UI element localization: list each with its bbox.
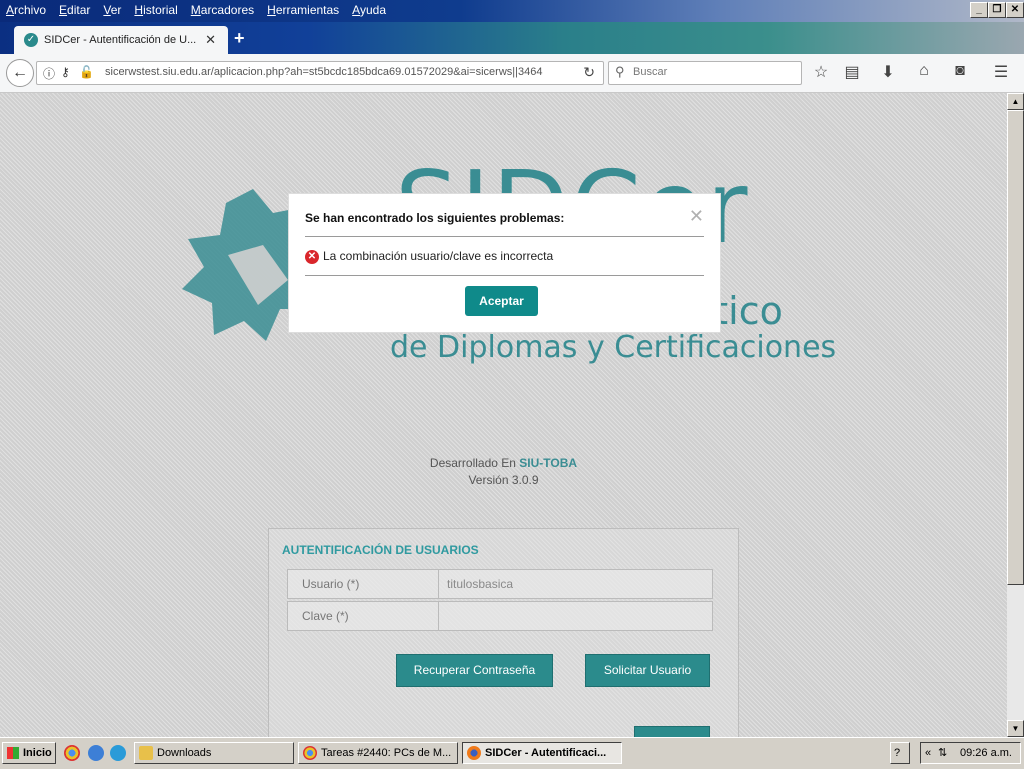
nav-bar: ← ⓘ ⚷ 🔓 sicerwstest.siu.edu.ar/aplicacio… bbox=[0, 54, 1024, 93]
submit-button[interactable] bbox=[634, 726, 710, 737]
taskbar-item-sidcer[interactable]: SIDCer - Autentificaci... bbox=[462, 742, 622, 764]
start-label: Inicio bbox=[23, 747, 52, 759]
scroll-up-icon[interactable]: ▲ bbox=[1007, 93, 1024, 110]
menu-editar[interactable]: Editar bbox=[59, 3, 90, 17]
home-icon[interactable]: ⌂ bbox=[913, 62, 935, 80]
tab-sidcer[interactable]: ✓ SIDCer - Autentificación de U... ✕ bbox=[14, 26, 228, 54]
search-placeholder: Buscar bbox=[633, 66, 668, 78]
search-input[interactable]: ⚲ Buscar bbox=[608, 61, 802, 85]
key-icon[interactable]: ⚷ bbox=[61, 65, 70, 79]
close-tab-icon[interactable]: ✕ bbox=[205, 32, 216, 48]
download-icon[interactable]: ⬇ bbox=[877, 62, 899, 82]
request-user-button[interactable]: Solicitar Usuario bbox=[585, 654, 710, 687]
clave-label: Clave (*) bbox=[302, 609, 349, 623]
dev-prefix: Desarrollado En bbox=[429, 456, 516, 470]
reload-icon[interactable]: ↻ bbox=[583, 64, 595, 81]
windows-logo-icon bbox=[7, 747, 19, 759]
taskbar: Inicio Downloads Tareas #2440: PCs de M.… bbox=[0, 737, 1024, 769]
menu-historial[interactable]: Historial bbox=[134, 3, 177, 17]
usuario-label: Usuario (*) bbox=[302, 577, 360, 591]
close-window-button[interactable]: ✕ bbox=[1006, 2, 1024, 18]
divider bbox=[305, 236, 704, 237]
start-button[interactable]: Inicio bbox=[2, 742, 56, 764]
chrome-icon bbox=[303, 746, 317, 760]
recover-password-button[interactable]: Recuperar Contraseña bbox=[396, 654, 553, 687]
ie-alt-icon[interactable] bbox=[110, 745, 126, 761]
usuario-input[interactable]: titulosbasica bbox=[438, 570, 712, 598]
info-icon[interactable]: ⓘ bbox=[43, 65, 55, 82]
developer-credit: Desarrollado En SIU-TOBA Versión 3.0.9 bbox=[0, 455, 1007, 489]
clave-row: Clave (*) bbox=[287, 601, 713, 631]
taskbar-item-downloads[interactable]: Downloads bbox=[134, 742, 294, 764]
help-icon[interactable]: ? bbox=[890, 742, 910, 764]
pocket-icon[interactable]: ◙ bbox=[949, 62, 971, 80]
favicon-icon: ✓ bbox=[24, 33, 38, 47]
clock[interactable]: 09:26 a.m. bbox=[960, 743, 1012, 763]
ie-icon[interactable] bbox=[88, 745, 104, 761]
network-icon[interactable]: ⇅ bbox=[938, 743, 947, 763]
minimize-button[interactable]: _ bbox=[970, 2, 988, 18]
chrome-icon[interactable] bbox=[64, 745, 80, 761]
insecure-lock-icon[interactable]: 🔓 bbox=[79, 65, 94, 79]
taskbar-item-tareas[interactable]: Tareas #2440: PCs de M... bbox=[298, 742, 458, 764]
folder-icon bbox=[139, 746, 153, 760]
scroll-thumb[interactable] bbox=[1007, 110, 1024, 585]
divider bbox=[305, 275, 704, 276]
menu-ayuda[interactable]: Ayuda bbox=[352, 3, 386, 17]
menu-archivo[interactable]: Archivo bbox=[6, 3, 46, 17]
search-icon: ⚲ bbox=[615, 64, 625, 79]
taskbar-item-label: SIDCer - Autentificaci... bbox=[485, 747, 607, 759]
tray-expand-icon[interactable]: « bbox=[925, 743, 931, 763]
restore-button[interactable]: ❐ bbox=[988, 2, 1006, 18]
taskbar-item-label: Downloads bbox=[157, 747, 212, 759]
auth-header: AUTENTIFICACIÓN DE USUARIOS bbox=[282, 543, 479, 557]
menu-herramientas[interactable]: Herramientas bbox=[267, 3, 339, 17]
page-content: SIDCer ático de Diplomas y Certificacion… bbox=[0, 93, 1007, 737]
new-tab-icon[interactable]: + bbox=[234, 28, 245, 49]
taskbar-item-label: Tareas #2440: PCs de M... bbox=[321, 747, 452, 759]
scroll-down-icon[interactable]: ▼ bbox=[1007, 720, 1024, 737]
tab-title: SIDCer - Autentificación de U... bbox=[44, 34, 197, 46]
usuario-row: Usuario (*) titulosbasica bbox=[287, 569, 713, 599]
menu-marcadores[interactable]: Marcadores bbox=[191, 3, 254, 17]
url-bar[interactable]: ⓘ ⚷ 🔓 sicerwstest.siu.edu.ar/aplicacion.… bbox=[36, 61, 604, 85]
siu-toba-link[interactable]: SIU-TOBA bbox=[519, 456, 577, 470]
hamburger-menu-icon[interactable]: ☰ bbox=[990, 62, 1012, 82]
back-button[interactable]: ← bbox=[6, 59, 34, 87]
version-text: Versión 3.0.9 bbox=[468, 473, 539, 487]
accept-button[interactable]: Aceptar bbox=[465, 286, 538, 316]
clave-input[interactable] bbox=[438, 602, 712, 630]
dialog-close-icon[interactable]: ✕ bbox=[689, 206, 704, 227]
logo-subtitle: de Diplomas y Certificaciones bbox=[390, 330, 837, 365]
tab-strip: ✓ SIDCer - Autentificación de U... ✕ + bbox=[0, 22, 1024, 54]
menu-bar: Archivo Editar Ver Historial Marcadores … bbox=[0, 0, 1024, 22]
firefox-icon bbox=[467, 746, 481, 760]
error-dialog: Se han encontrado los siguientes problem… bbox=[289, 194, 720, 332]
auth-panel: AUTENTIFICACIÓN DE USUARIOS Usuario (*) … bbox=[268, 528, 739, 737]
menu-ver[interactable]: Ver bbox=[103, 3, 121, 17]
error-message: La combinación usuario/clave es incorrec… bbox=[323, 249, 554, 263]
reader-list-icon[interactable]: ▤ bbox=[841, 62, 863, 82]
url-text[interactable]: sicerwstest.siu.edu.ar/aplicacion.php?ah… bbox=[105, 66, 542, 78]
bookmark-star-icon[interactable]: ☆ bbox=[810, 62, 832, 82]
error-icon: ✕ bbox=[305, 250, 319, 264]
usuario-value: titulosbasica bbox=[447, 577, 514, 591]
vertical-scrollbar[interactable]: ▲ ▼ bbox=[1007, 93, 1024, 737]
system-tray: « ⇅ 09:26 a.m. bbox=[920, 742, 1021, 764]
dialog-title: Se han encontrado los siguientes problem… bbox=[305, 211, 565, 225]
